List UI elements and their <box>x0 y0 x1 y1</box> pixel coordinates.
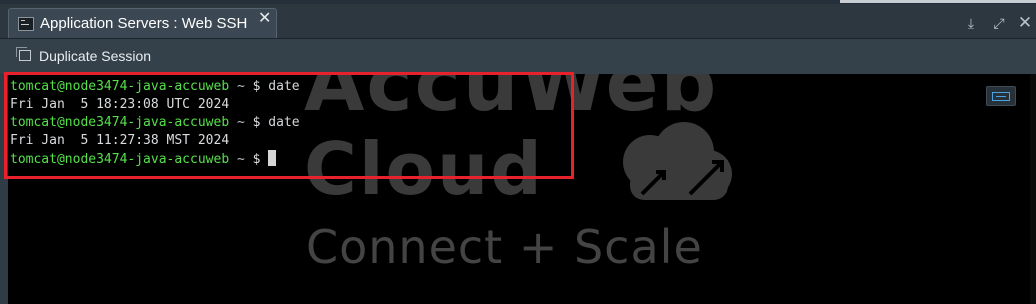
prompt-path: ~ <box>229 79 253 94</box>
prompt-path: ~ <box>229 152 253 167</box>
terminal-line: Fri Jan 5 18:23:08 UTC 2024 <box>10 97 230 112</box>
tab-title: Application Servers : Web SSH <box>40 15 248 32</box>
watermark-tagline: Connect + Scale <box>306 220 703 274</box>
toolbar: Duplicate Session <box>0 39 1036 74</box>
cloud-logo-icon <box>623 122 732 200</box>
download-icon[interactable]: ⤓ <box>962 14 980 32</box>
top-strip-highlight <box>840 0 1036 3</box>
tab-close-icon[interactable]: ✕ <box>258 11 271 27</box>
close-icon[interactable]: ✕ <box>1016 14 1034 32</box>
terminal-line: Fri Jan 5 11:27:38 MST 2024 <box>10 133 230 148</box>
keyboard-toggle-button[interactable] <box>986 86 1016 106</box>
terminal-output: tomcat@node3474-java-accuweb ~ $ date Fr… <box>10 78 300 168</box>
tab-bar: Application Servers : Web SSH ✕ ⤓ ⤢ ✕ <box>0 4 1036 39</box>
terminal-cursor <box>268 150 277 166</box>
terminal-scrollbar[interactable] <box>1030 74 1036 304</box>
terminal-line: tomcat@node3474-java-accuweb ~ $ date <box>10 78 300 96</box>
prompt-user: tomcat@node3474-java-accuweb <box>10 152 230 167</box>
duplicate-session-label: Duplicate Session <box>39 48 152 64</box>
prompt-user: tomcat@node3474-java-accuweb <box>10 115 230 130</box>
duplicate-icon <box>16 47 31 61</box>
watermark-line2: Cloud <box>304 127 544 211</box>
prompt-user: tomcat@node3474-java-accuweb <box>10 79 230 94</box>
keyboard-icon <box>992 92 1010 101</box>
terminal-line: tomcat@node3474-java-accuweb ~ $ date <box>10 114 300 132</box>
command-text <box>260 152 268 167</box>
expand-icon[interactable]: ⤢ <box>990 14 1008 32</box>
tab-web-ssh[interactable]: Application Servers : Web SSH ✕ <box>8 8 277 38</box>
watermark-line1: AccuWeb <box>304 74 718 129</box>
terminal-line: tomcat@node3474-java-accuweb ~ $ <box>10 150 300 168</box>
command-text: date <box>260 115 300 130</box>
prompt-path: ~ <box>229 115 253 130</box>
command-text: date <box>260 79 300 94</box>
terminal-screen[interactable]: AccuWeb Cloud Connect + Scale tomcat@nod… <box>8 74 1036 304</box>
terminal-icon <box>18 17 34 31</box>
